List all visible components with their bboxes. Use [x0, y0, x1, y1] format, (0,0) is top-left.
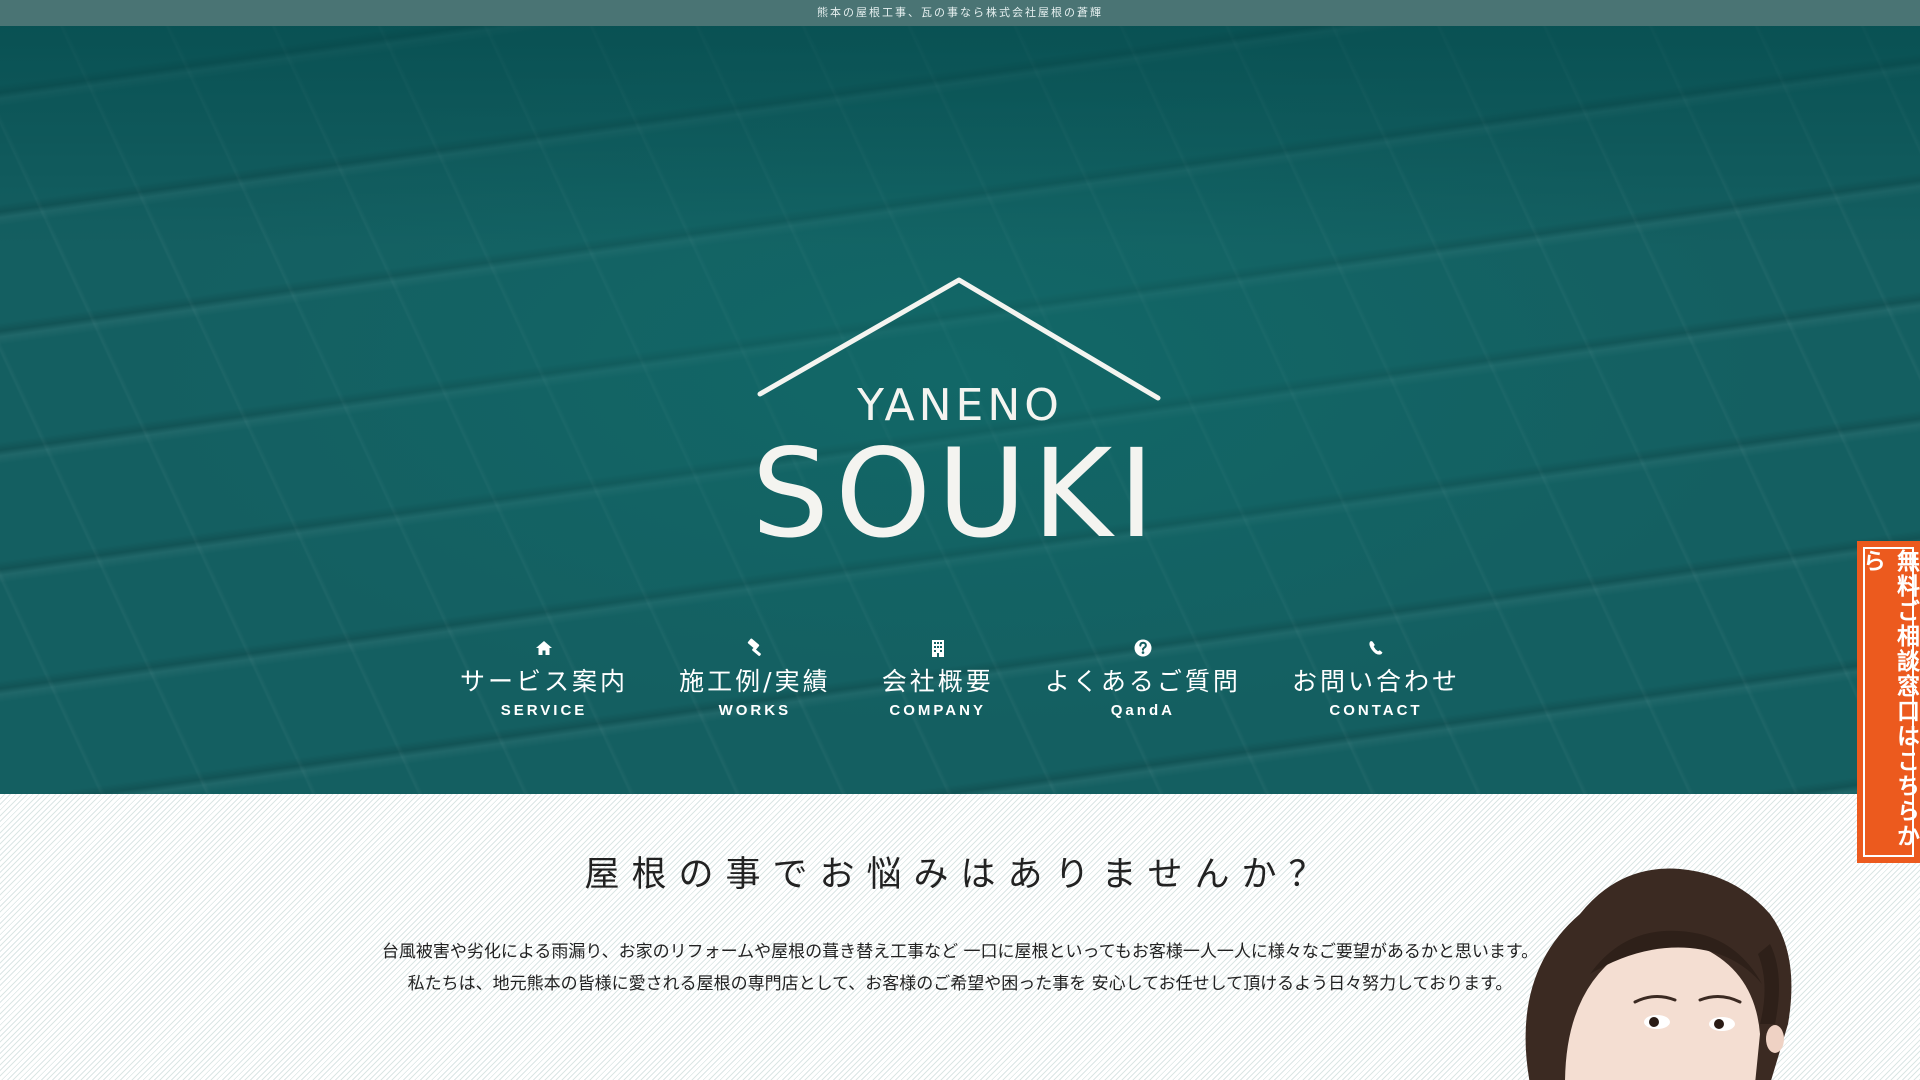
nav-label-contact: お問い合わせ [1291, 667, 1460, 696]
building-icon [931, 640, 944, 657]
nav-label-qanda: よくあるご質問 [1044, 667, 1241, 696]
logo-line2: SOUKI [756, 423, 1160, 554]
nav-sub-works: WORKS [718, 702, 792, 719]
free-consultation-label: 無料ご相談窓口はこちらから [1858, 549, 1919, 849]
question-circle-icon [1134, 639, 1152, 657]
site-tagline: 熊本の屋根工事、瓦の事なら株式会社屋根の蒼輝 [817, 6, 1103, 19]
nav-sub-contact: CONTACT [1329, 702, 1423, 719]
nav-sub-company: COMPANY [889, 702, 986, 719]
site-tagline-bar: 熊本の屋根工事、瓦の事なら株式会社屋根の蒼輝 [0, 0, 1920, 26]
intro-line-2: 私たちは、地元熊本の皆様に愛される屋根の専門店として、お客様のご希望や困った事を… [407, 974, 1513, 994]
worried-woman-image [1525, 868, 1792, 1080]
nav-sub-qanda: QandA [1110, 702, 1175, 719]
nav-sub-service: SERVICE [500, 702, 588, 719]
hero-section: YANENO SOUKI サービス案内 SERVICE 施工例/実績 WORKS [0, 26, 1920, 794]
intro-text: 台風被害や劣化による雨漏り、お家のリフォームや屋根の葺き替え工事など 一口に屋根… [300, 936, 1620, 1000]
free-consultation-frame: 無料ご相談窓口はこちらから [1859, 547, 1919, 857]
nav-label-company: 会社概要 [881, 667, 994, 696]
free-consultation-tab[interactable]: 無料ご相談窓口はこちらから [1857, 541, 1920, 863]
hammer-icon [747, 638, 761, 656]
nav-item-service[interactable]: サービス案内 SERVICE [460, 638, 628, 738]
nav-item-qanda[interactable]: よくあるご質問 QandA [1045, 638, 1241, 738]
intro-line-1: 台風被害や劣化による雨漏り、お家のリフォームや屋根の葺き替え工事など 一口に屋根… [381, 942, 1539, 962]
nav-label-works: 施工例/実績 [679, 667, 831, 696]
nav-item-works[interactable]: 施工例/実績 WORKS [679, 638, 830, 738]
nav-item-company[interactable]: 会社概要 COMPANY [882, 638, 994, 738]
hero-shade [0, 26, 1920, 246]
phone-icon [1369, 641, 1383, 655]
nav-label-service: サービス案内 [460, 667, 629, 696]
nav-item-contact[interactable]: お問い合わせ CONTACT [1292, 638, 1460, 738]
home-icon [536, 641, 552, 655]
main-nav: サービス案内 SERVICE 施工例/実績 WORKS 会社概要 COMPANY… [460, 638, 1460, 738]
intro-section: 屋根の事でお悩みはありませんか？ 台風被害や劣化による雨漏り、お家のリフォームや… [0, 794, 1920, 1080]
site-logo[interactable]: YANENO SOUKI [756, 274, 1164, 554]
